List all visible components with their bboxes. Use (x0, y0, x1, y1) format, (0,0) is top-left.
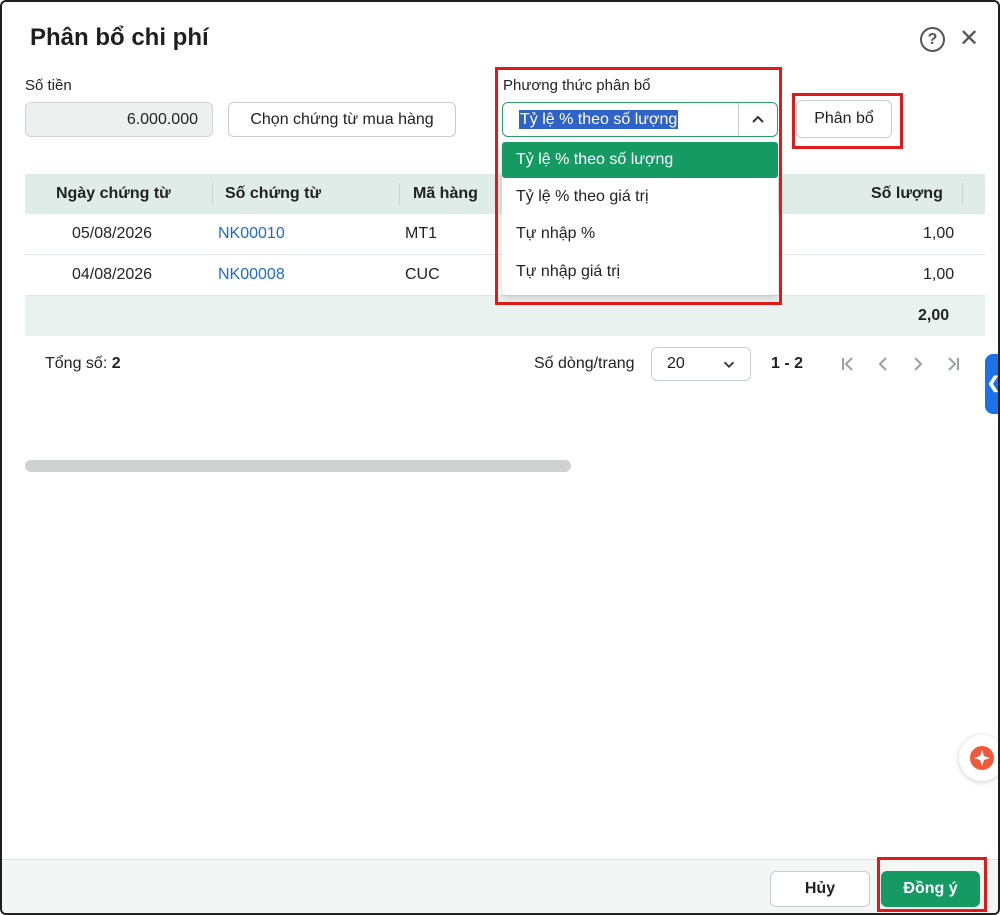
chevron-down-icon (723, 361, 735, 368)
choose-voucher-button[interactable]: Chọn chứng từ mua hàng (228, 102, 456, 137)
total-count: Tổng số: 2 (45, 355, 121, 373)
side-panel-toggle[interactable]: ❮ (985, 354, 998, 414)
allocation-dialog: Phân bổ chi phí ? ✕ Số tiền 6.000.000 Ch… (0, 0, 1000, 915)
cell-voucher-link[interactable]: NK00008 (218, 255, 285, 295)
cell-quantity: 1,00 (923, 225, 955, 242)
close-icon[interactable]: ✕ (958, 27, 980, 51)
col-header-quantity: Số lượng (871, 185, 943, 202)
column-divider (399, 183, 400, 205)
col-header-item: Mã hàng (413, 185, 478, 202)
rows-per-page-label: Số dòng/trang (534, 355, 635, 372)
column-divider (212, 183, 213, 205)
rows-per-page-select[interactable]: 20 (651, 347, 751, 381)
cell-date: 05/08/2026 (72, 225, 153, 242)
amount-label: Số tiền (25, 77, 72, 94)
total-quantity: 2,00 (918, 307, 950, 324)
col-header-voucher: Số chứng từ (225, 185, 322, 202)
help-icon[interactable]: ? (920, 27, 945, 52)
last-page-icon[interactable] (943, 354, 963, 374)
dialog-title: Phân bổ chi phí (30, 24, 209, 51)
sparkle-icon (970, 746, 994, 770)
cell-quantity: 1,00 (923, 266, 955, 283)
col-header-date: Ngày chứng từ (56, 185, 171, 202)
total-count-value: 2 (111, 355, 121, 372)
assistant-button[interactable] (959, 735, 998, 781)
column-divider (962, 183, 963, 205)
cancel-button[interactable]: Hủy (770, 871, 870, 907)
cell-item: CUC (405, 266, 440, 283)
amount-field[interactable]: 6.000.000 (25, 102, 213, 137)
previous-page-icon[interactable] (873, 354, 893, 374)
cell-item: MT1 (405, 225, 437, 242)
highlight-box (877, 857, 987, 912)
horizontal-scrollbar[interactable] (25, 460, 571, 472)
next-page-icon[interactable] (908, 354, 928, 374)
rows-per-page-value: 20 (667, 355, 685, 372)
cell-date: 04/08/2026 (72, 266, 153, 283)
highlight-box (495, 67, 782, 305)
highlight-box (792, 93, 903, 149)
cell-voucher-link[interactable]: NK00010 (218, 214, 285, 254)
total-count-label: Tổng số: (45, 355, 108, 372)
page-range: 1 - 2 (771, 355, 804, 372)
first-page-icon[interactable] (838, 354, 858, 374)
